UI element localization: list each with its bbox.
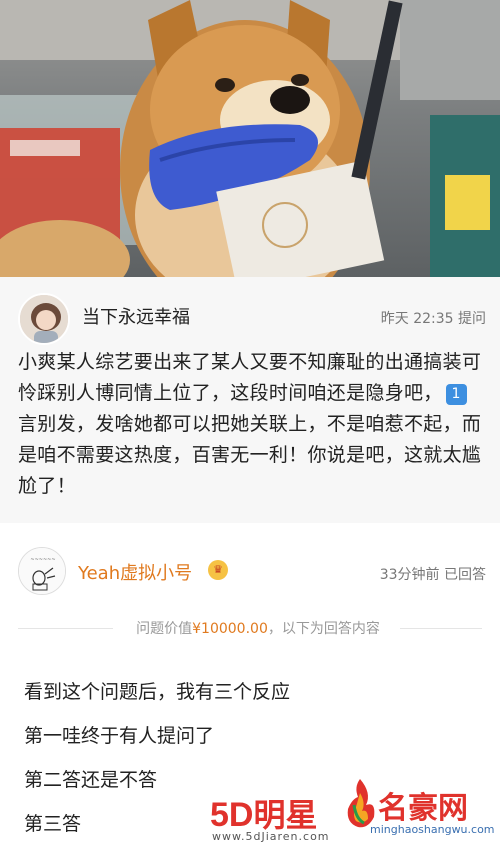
hero-photo [0, 0, 500, 277]
avatar-girl-icon [20, 295, 68, 343]
question-text: 小爽某人综艺要出来了某人又要不知廉耻的出通搞装可怜踩别人博同情上位了，这段时间咱… [18, 347, 486, 502]
question-value-text: 问题价值¥10000.00，以下为回答内容 [118, 618, 398, 638]
number-one-badge: 1 [445, 384, 467, 405]
question-username[interactable]: 当下永远幸福 [82, 303, 190, 329]
answer-paragraph: 第二答还是不答 [24, 769, 158, 791]
divider-line-left [18, 628, 113, 629]
watermark-5d-url: www.5dJiaren.com [212, 830, 330, 843]
question-price: ¥10000.00 [192, 621, 268, 637]
watermark-minghao: 名豪网 minghaoshangwu.com [340, 775, 500, 846]
answer-paragraph: 第一哇终于有人提问了 [24, 725, 215, 747]
svg-text:~~~~~~: ~~~~~~ [30, 557, 55, 563]
watermark-5d-star: 5D明星 www.5dJiaren.com [210, 790, 360, 846]
vip-crown-icon: ♛ [208, 560, 228, 580]
question-avatar[interactable] [18, 293, 70, 345]
question-value-divider: 问题价值¥10000.00，以下为回答内容 [18, 618, 482, 638]
answer-timestamp: 33分钟前 已回答 [379, 567, 486, 583]
watermark-5d-text: 5D [210, 796, 254, 834]
divider-line-right [400, 628, 482, 629]
watermark-star-text: 明星 [253, 797, 318, 833]
question-text-part1: 小爽某人综艺要出来了某人又要不知廉耻的出通搞装可怜踩别人博同情上位了，这段时间咱… [18, 351, 482, 404]
watermark-minghao-url: minghaoshangwu.com [370, 823, 495, 836]
answer-username[interactable]: Yeah虚拟小号 [78, 559, 192, 585]
answer-paragraph: 看到这个问题后，我有三个反应 [24, 681, 291, 703]
question-timestamp: 昨天 22:35 提问 [380, 311, 486, 327]
answer-paragraph: 第三答 [24, 813, 82, 835]
question-card: 当下永远幸福 昨天 22:35 提问 小爽某人综艺要出来了某人又要不知廉耻的出通… [0, 277, 500, 523]
answer-avatar[interactable]: ~~~~~~ [18, 547, 66, 595]
value-suffix: ，以下为回答内容 [267, 621, 380, 637]
watermark-minghao-name: 名豪网 [378, 791, 468, 826]
value-prefix: 问题价值 [136, 621, 193, 637]
avatar-sketch-icon: ~~~~~~ [19, 548, 65, 594]
question-text-part2: 言别发，发啥她都可以把她关联上，不是咱惹不起，而是咱不需要这热度，百害无一利！你… [18, 413, 482, 497]
dog-photo-illustration [0, 0, 500, 277]
